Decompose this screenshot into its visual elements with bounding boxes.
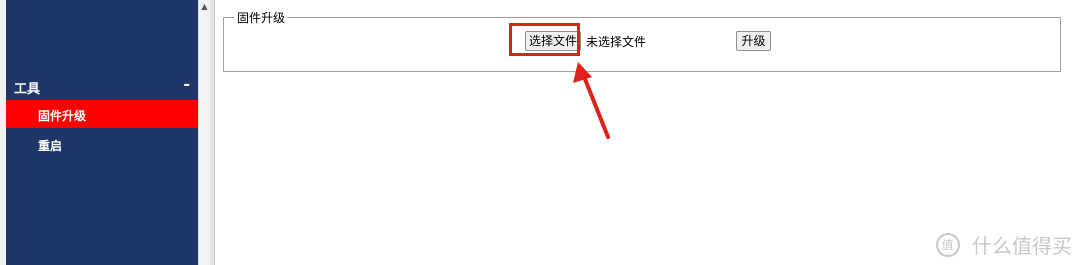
sidebar: 工具 - 固件升级 重启 (6, 0, 198, 265)
sidebar-section-title: 工具 (14, 82, 41, 97)
sidebar-item-reboot[interactable]: 重启 (6, 130, 198, 158)
annotation-arrow-icon (573, 62, 610, 139)
watermark-text: 什么值得买 (972, 234, 1072, 258)
sidebar-item-firmware-upgrade[interactable]: 固件升级 (6, 100, 198, 128)
watermark-logo-icon: 值 (935, 232, 960, 257)
collapse-icon[interactable]: - (183, 74, 190, 93)
watermark: 值 什么值得买 (935, 230, 1072, 259)
scroll-up-arrow-icon[interactable]: ▲ (199, 0, 210, 14)
sidebar-section-tools[interactable]: 工具 - (6, 72, 198, 100)
sidebar-item-label: 固件升级 (38, 109, 87, 123)
sidebar-item-label: 重启 (38, 139, 63, 153)
main-content: 固件升级 选择文件 未选择文件 升级 值 什么值得买 (215, 0, 1080, 265)
